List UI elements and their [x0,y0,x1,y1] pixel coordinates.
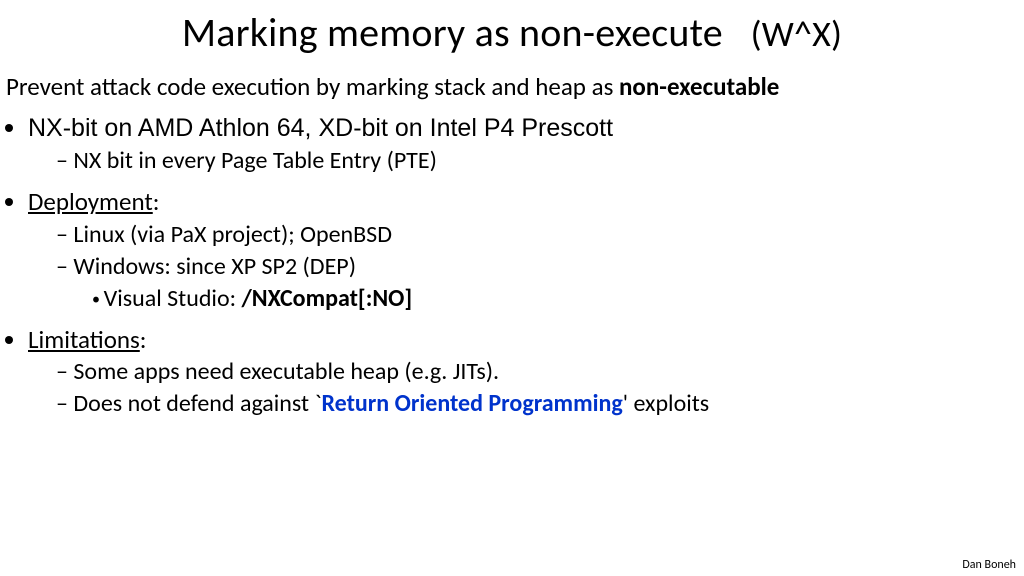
b2-s2a-label: Visual Studio: [104,284,242,313]
b2-colon: : [153,186,160,217]
intro-bold: non-executable [619,71,779,102]
b3-colon: : [140,324,147,355]
bullet-2-sub-2-sub: Visual Studio: /NXCompat[:NO] [56,284,1024,314]
b3-s2-pre: Does not defend against ` [73,389,321,418]
bullet-2: Deployment: Linux (via PaX project); Ope… [28,186,1024,313]
title-main: Marking memory as non-execute [182,8,723,57]
b1-sub1-text: NX bit in every Page Table Entry (PTE) [73,146,436,175]
b3-s1-text: Some apps need executable heap (e.g. JIT… [73,357,499,386]
b1-amd: AMD Athlon 64, [138,114,319,142]
b2-s1-text: Linux (via PaX project); OpenBSD [73,220,392,249]
bullet-2-sub-2a: Visual Studio: /NXCompat[:NO] [92,284,1024,314]
bullet-2-sub-2: Windows: since XP SP2 (DEP) Visual Studi… [56,252,1024,314]
bullet-1: NX-bit on AMD Athlon 64, XD-bit on Intel… [28,112,1024,176]
footer-author: Dan Boneh [962,558,1016,572]
bullet-2-sub-1: Linux (via PaX project); OpenBSD [56,220,1024,250]
b2-s2-text: Windows: since XP SP2 (DEP) [73,252,356,281]
b1-mid1: -bit on [63,114,138,142]
bullet-1-sub: NX bit in every Page Table Entry (PTE) [28,146,1024,176]
b1-mid2: -bit on [353,114,429,142]
b1-xd: XD [318,114,353,142]
bullet-3: Limitations: Some apps need executable h… [28,324,1024,419]
bullet-3-sub: Some apps need executable heap (e.g. JIT… [28,357,1024,419]
bullet-3-sub-2: Does not defend against `Return Oriented… [56,389,1024,419]
b3-s2-blue: Return Oriented Programming [321,389,622,418]
bullet-list: NX-bit on AMD Athlon 64, XD-bit on Intel… [0,112,1024,419]
bullet-3-sub-1: Some apps need executable heap (e.g. JIT… [56,357,1024,387]
intro-line: Prevent attack code execution by marking… [6,71,1024,102]
b1-nx: NX [28,114,63,142]
bullet-1-sub-1: NX bit in every Page Table Entry (PTE) [56,146,1024,176]
slide: Marking memory as non-execute (W^X) Prev… [0,0,1024,576]
b3-s2-post: ' exploits [623,389,709,418]
bullet-2-sub: Linux (via PaX project); OpenBSD Windows… [28,220,1024,314]
slide-title: Marking memory as non-execute (W^X) [0,0,1024,57]
b2-head: Deployment [28,186,153,217]
b2-s2a-bold: /NXCompat[:NO] [241,284,412,313]
intro-prefix: Prevent attack code execution by marking… [6,71,619,102]
b3-head: Limitations [28,324,140,355]
title-sub: (W^X) [751,12,842,56]
b1-intel: Intel P4 Prescott [430,114,613,142]
